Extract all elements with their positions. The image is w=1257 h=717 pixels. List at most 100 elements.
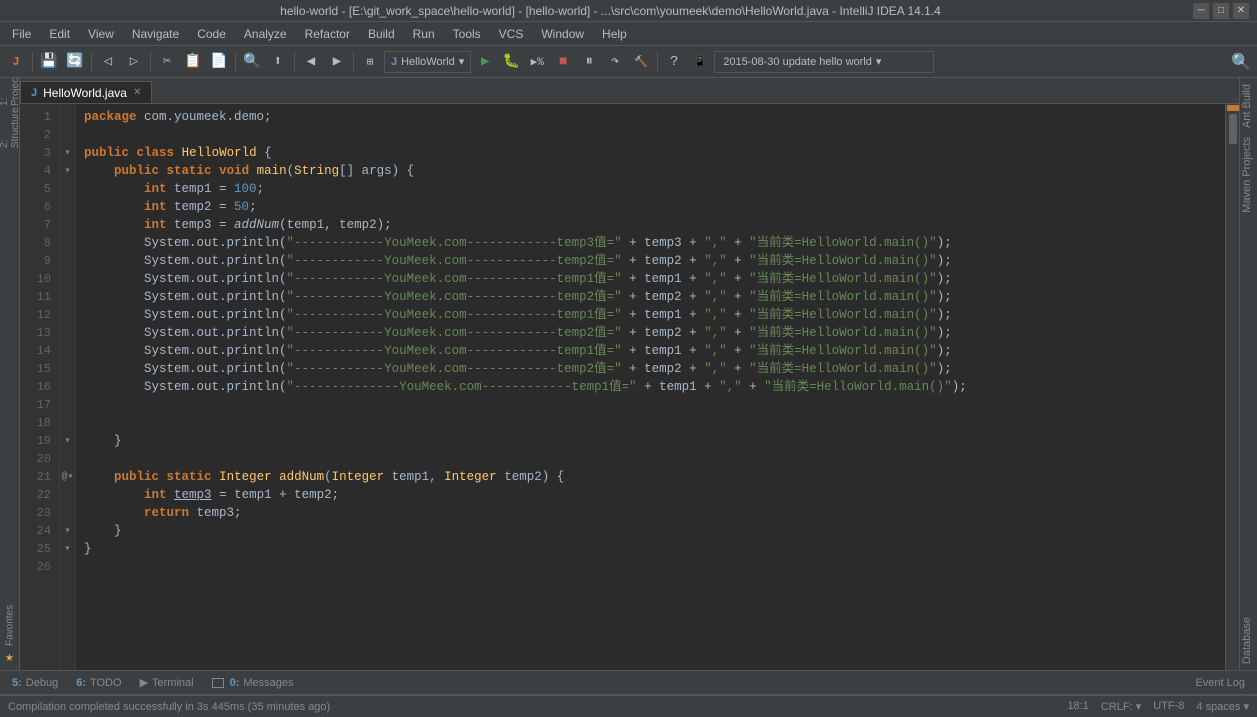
run-config-selector[interactable]: J HelloWorld ▾ [384, 51, 471, 73]
code-line-12: System.out.println("------------YouMeek.… [84, 306, 1221, 324]
gutter-row-15[interactable] [60, 360, 75, 378]
error-indicator [1227, 105, 1239, 111]
help-button[interactable]: ? [662, 50, 686, 74]
editor-tab-helloworld[interactable]: J HelloWorld.java ✕ [20, 81, 152, 103]
status-bar: Compilation completed successfully in 3s… [0, 695, 1257, 717]
code-line-20 [84, 450, 1221, 468]
gutter-row-7[interactable] [60, 216, 75, 234]
maven-projects-panel[interactable]: Maven Projects [1242, 133, 1255, 217]
gutter-row-21[interactable]: @▾ [60, 468, 75, 486]
gutter-row-22[interactable] [60, 486, 75, 504]
event-log-button[interactable]: Event Log [1187, 672, 1253, 694]
gutter-row-8[interactable] [60, 234, 75, 252]
messages-tab[interactable]: 0: Messages [204, 672, 302, 694]
title-bar: hello-world - [E:\git_work_space\hello-w… [0, 0, 1257, 22]
terminal-tab-label: Terminal [152, 677, 194, 689]
code-line-25: } [84, 540, 1221, 558]
code-line-16: System.out.println("--------------YouMee… [84, 378, 1221, 396]
code-line-14: System.out.println("------------YouMeek.… [84, 342, 1221, 360]
gutter-row-13[interactable] [60, 324, 75, 342]
favorites-star-icon[interactable]: ★ [5, 645, 13, 670]
redo-button[interactable]: ▷ [122, 50, 146, 74]
toolbar: J 💾 🔄 ◁ ▷ ✂ 📋 📄 🔍 ⬆ ◀ ▶ ⊞ J HelloWorld ▾… [0, 46, 1257, 78]
window-controls[interactable]: ─ □ ✕ [1193, 3, 1249, 19]
gutter-row-4[interactable]: ▾ [60, 162, 75, 180]
find-button[interactable]: 🔍 [240, 50, 264, 74]
run-button[interactable]: ▶ [473, 50, 497, 74]
gutter-row-3[interactable]: ▾ [60, 144, 75, 162]
sidebar-item-favorites[interactable]: Favorites [2, 617, 18, 633]
gutter-row-5[interactable] [60, 180, 75, 198]
stop-button[interactable]: ■ [551, 50, 575, 74]
step-over[interactable]: ↷ [603, 50, 627, 74]
menu-bar: File Edit View Navigate Code Analyze Ref… [0, 22, 1257, 46]
gutter-row-26[interactable] [60, 558, 75, 576]
resume-button[interactable]: ⏸ [577, 50, 601, 74]
maximize-button[interactable]: □ [1213, 3, 1229, 19]
debug-tab[interactable]: 5: Debug [4, 672, 66, 694]
gutter-row-11[interactable] [60, 288, 75, 306]
gutter-row-24[interactable]: ▾ [60, 522, 75, 540]
sidebar-item-structure[interactable]: 2: Structure [2, 120, 18, 136]
menu-build[interactable]: Build [360, 25, 403, 43]
menu-vcs[interactable]: VCS [491, 25, 532, 43]
debug-tab-label: Debug [26, 677, 58, 689]
scrollbar-thumb[interactable] [1229, 114, 1237, 144]
menu-code[interactable]: Code [189, 25, 234, 43]
copy-button[interactable]: 📋 [181, 50, 205, 74]
menu-window[interactable]: Window [533, 25, 592, 43]
find-prev-button[interactable]: ⬆ [266, 50, 290, 74]
build-project[interactable]: 🔨 [629, 50, 653, 74]
sidebar-item-project[interactable]: 1: Project [2, 82, 18, 98]
scrollbar-track[interactable] [1229, 114, 1237, 668]
menu-help[interactable]: Help [594, 25, 635, 43]
menu-run[interactable]: Run [405, 25, 443, 43]
gutter-row-10[interactable] [60, 270, 75, 288]
debug-button[interactable]: 🐛 [499, 50, 523, 74]
nav-back-button[interactable]: ◀ [299, 50, 323, 74]
gutter-row-12[interactable] [60, 306, 75, 324]
java-file-icon: J [31, 87, 37, 99]
sync-button[interactable]: 🔄 [63, 50, 87, 74]
save-button[interactable]: 💾 [37, 50, 61, 74]
gutter-row-6[interactable] [60, 198, 75, 216]
menu-file[interactable]: File [4, 25, 39, 43]
gutter-row-2[interactable] [60, 126, 75, 144]
menu-edit[interactable]: Edit [41, 25, 78, 43]
nav-fwd-button[interactable]: ▶ [325, 50, 349, 74]
gutter-row-18[interactable] [60, 414, 75, 432]
terminal-tab[interactable]: ▶ Terminal [132, 672, 202, 694]
gutter-row-23[interactable] [60, 504, 75, 522]
gutter-row-9[interactable] [60, 252, 75, 270]
search-everywhere-button[interactable]: 🔍 [1229, 50, 1253, 74]
paste-button[interactable]: 📄 [207, 50, 231, 74]
gutter-row-20[interactable] [60, 450, 75, 468]
vcs-commit-label[interactable]: 2015-08-30 update hello world ▾ [714, 51, 934, 73]
device-button[interactable]: 📱 [688, 50, 712, 74]
run-with-coverage[interactable]: ▶% [525, 50, 549, 74]
gutter-row-17[interactable] [60, 396, 75, 414]
right-scrollbar[interactable] [1225, 104, 1239, 670]
code-content[interactable]: package com.youmeek.demo; public class H… [76, 104, 1225, 670]
menu-refactor[interactable]: Refactor [297, 25, 358, 43]
gutter-row-19[interactable]: ▾ [60, 432, 75, 450]
minimize-button[interactable]: ─ [1193, 3, 1209, 19]
intellij-icon[interactable]: J [4, 50, 28, 74]
todo-tab[interactable]: 6: TODO [68, 672, 129, 694]
database-panel[interactable]: Database [1242, 613, 1255, 668]
cut-button[interactable]: ✂ [155, 50, 179, 74]
close-button[interactable]: ✕ [1233, 3, 1249, 19]
gutter-row-14[interactable] [60, 342, 75, 360]
menu-analyze[interactable]: Analyze [236, 25, 295, 43]
tab-close-button[interactable]: ✕ [133, 87, 141, 98]
menu-tools[interactable]: Tools [445, 25, 489, 43]
gutter-row-1[interactable] [60, 108, 75, 126]
menu-navigate[interactable]: Navigate [124, 25, 187, 43]
bookmark-button[interactable]: ⊞ [358, 50, 382, 74]
undo-button[interactable]: ◁ [96, 50, 120, 74]
gutter-row-16[interactable] [60, 378, 75, 396]
menu-view[interactable]: View [80, 25, 122, 43]
code-line-1: package com.youmeek.demo; [84, 108, 1221, 126]
gutter-row-25[interactable]: ▾ [60, 540, 75, 558]
ant-build-panel[interactable]: Ant Build [1242, 80, 1255, 132]
